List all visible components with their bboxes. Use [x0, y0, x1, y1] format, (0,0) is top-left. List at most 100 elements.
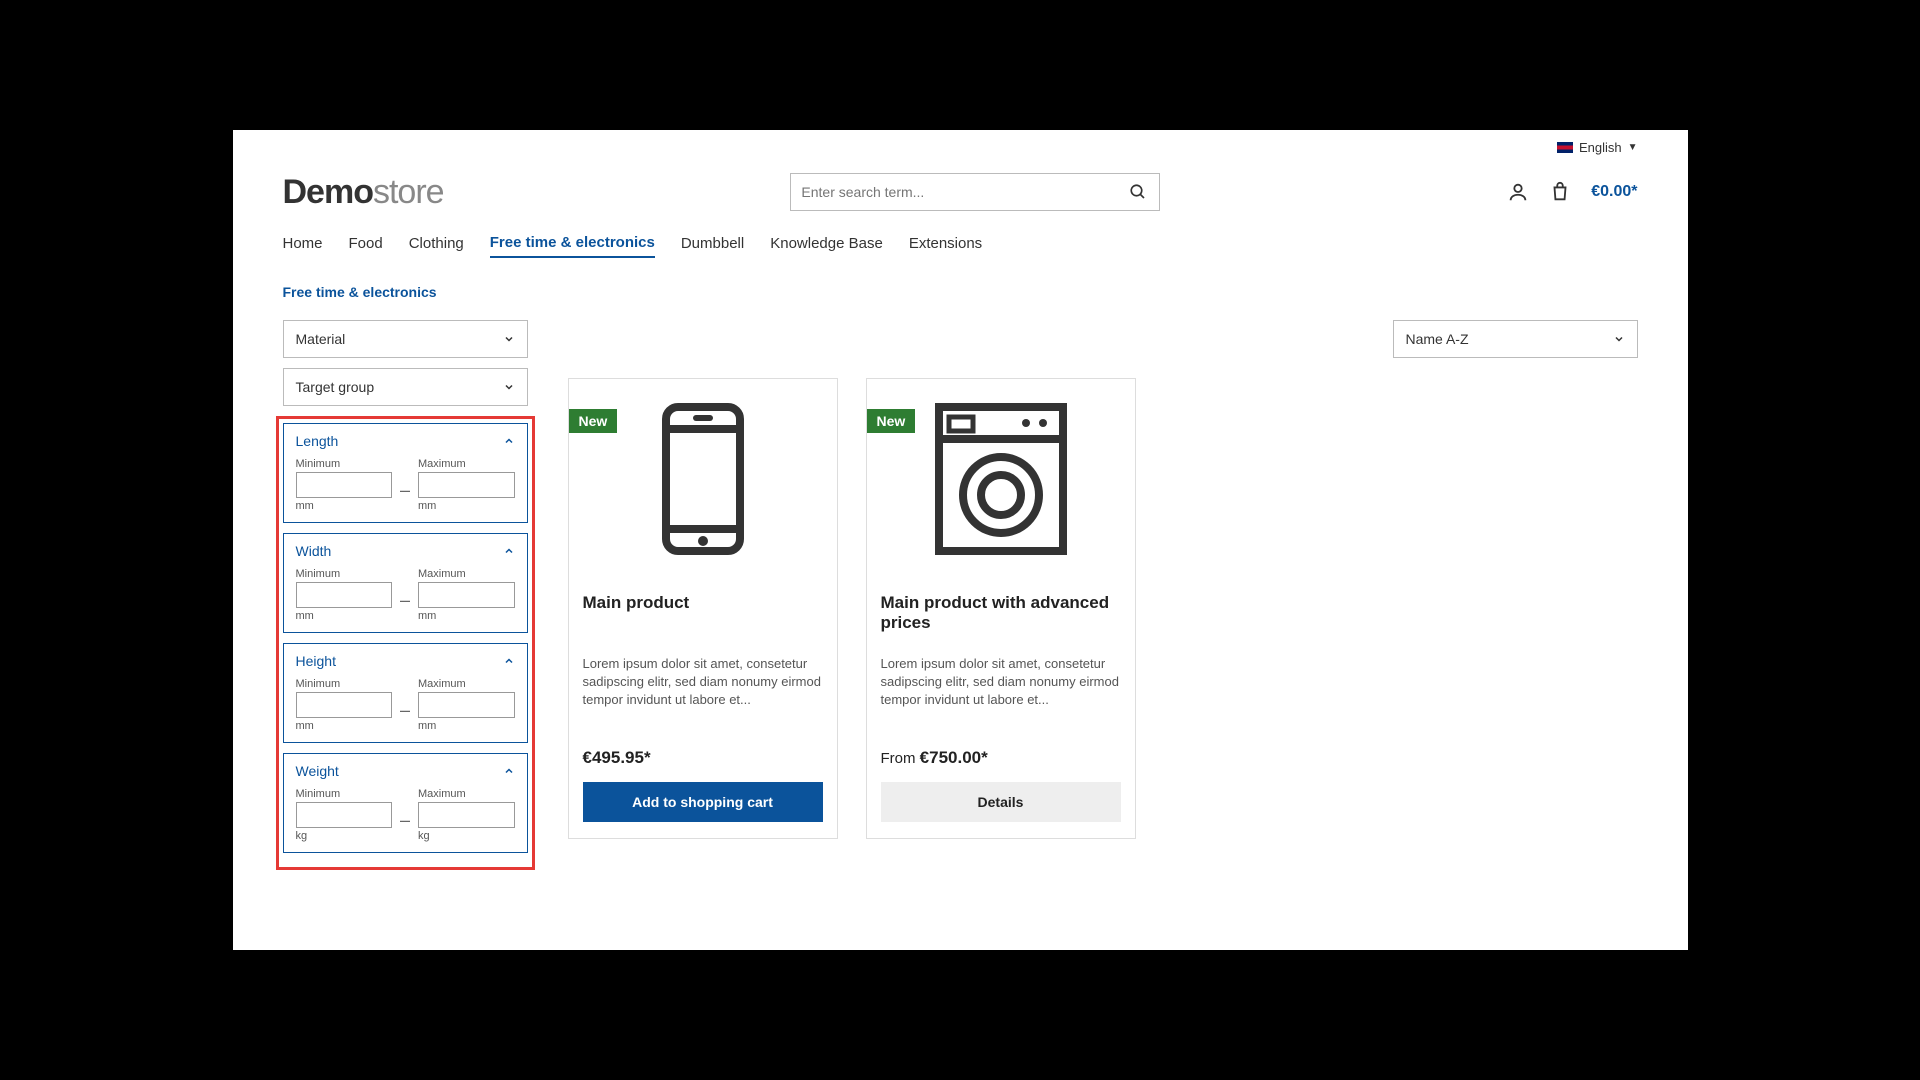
- filter-max-label: Maximum: [418, 678, 515, 690]
- filter-min-unit: kg: [296, 830, 393, 842]
- filter-range-panel: WidthMinimummm–Maximummm: [283, 533, 528, 633]
- filter-range-panel: Weight Minimum kg–Maximum kg: [283, 753, 528, 853]
- filter-min-label: Minimum: [296, 788, 393, 800]
- filter-max-field: Maximummm: [418, 568, 515, 622]
- filter-label: Target group: [296, 379, 375, 395]
- logo-light: store: [373, 173, 444, 211]
- product-card[interactable]: NewMain product with advanced pricesLore…: [866, 378, 1136, 839]
- account-icon[interactable]: [1507, 181, 1529, 203]
- nav-item[interactable]: Extensions: [909, 235, 982, 257]
- chevron-down-icon: ▼: [1628, 142, 1638, 153]
- filter-min-field: Minimum mm: [296, 678, 393, 732]
- header-right: €0.00*: [1507, 181, 1637, 203]
- nav-item[interactable]: Free time & electronics: [490, 234, 655, 258]
- logo[interactable]: Demostore: [283, 173, 444, 212]
- cart-icon[interactable]: [1549, 181, 1571, 203]
- filter-max-input[interactable]: [418, 802, 515, 828]
- filter-min-field: Minimummm: [296, 568, 393, 622]
- main-area: MaterialTarget group LengthMinimummm–Max…: [283, 320, 1638, 870]
- product-action-button[interactable]: Add to shopping cart: [583, 782, 823, 822]
- product-title: Main product: [583, 593, 823, 637]
- filter-min-input[interactable]: [296, 472, 393, 498]
- page-root: English ▼ Demostore €0.00* Home Food Cloth…: [233, 130, 1688, 950]
- product-price: From €750.00*: [881, 748, 1121, 768]
- product-description: Lorem ipsum dolor sit amet, consetetur s…: [583, 655, 823, 710]
- filter-max-input[interactable]: [418, 472, 515, 498]
- filter-range-header[interactable]: Width: [284, 534, 527, 568]
- filter-max-unit: mm: [418, 500, 515, 512]
- filter-max-unit: mm: [418, 720, 515, 732]
- filter-max-field: Maximum mm: [418, 678, 515, 732]
- chevron-up-icon: [503, 545, 515, 557]
- filter-collapsed[interactable]: Material: [283, 320, 528, 358]
- filter-max-unit: mm: [418, 610, 515, 622]
- sort-select[interactable]: Name A-Z: [1393, 320, 1638, 358]
- filter-min-field: Minimum mm: [296, 458, 393, 512]
- filter-min-unit: mm: [296, 720, 393, 732]
- content-area: Name A-Z NewMain productLorem ipsum dolo…: [568, 320, 1638, 870]
- filter-range-body: Minimum kg–Maximum kg: [284, 788, 527, 852]
- chevron-down-icon: [503, 333, 515, 345]
- nav-item[interactable]: Clothing: [409, 235, 464, 257]
- filter-sidebar: MaterialTarget group LengthMinimummm–Max…: [283, 320, 528, 870]
- filter-range-panel: Length Minimum mm–Maximummm: [283, 423, 528, 523]
- filter-range-label: Length: [296, 433, 339, 449]
- range-dash: –: [400, 700, 410, 721]
- filter-min-label: Minimum: [296, 678, 393, 690]
- filter-range-panel: Height Minimum mm–Maximum mm: [283, 643, 528, 743]
- filter-min-input[interactable]: [296, 692, 393, 718]
- chevron-down-icon: [503, 381, 515, 393]
- filter-range-body: Minimum mm–Maximum mm: [284, 678, 527, 742]
- filter-range-header[interactable]: Height: [284, 644, 527, 678]
- filter-min-input[interactable]: [296, 582, 393, 608]
- flag-icon: [1557, 142, 1573, 153]
- nav-item[interactable]: Dumbbell: [681, 235, 744, 257]
- nav-item[interactable]: Home: [283, 235, 323, 257]
- filter-range-body: Minimum mm–Maximummm: [284, 458, 527, 522]
- nav-item[interactable]: Knowledge Base: [770, 235, 883, 257]
- filter-range-label: Weight: [296, 763, 339, 779]
- filter-range-label: Height: [296, 653, 336, 669]
- filter-max-input[interactable]: [418, 692, 515, 718]
- logo-bold: Demo: [283, 173, 373, 211]
- search-box[interactable]: [790, 173, 1160, 211]
- card-body: Main product with advanced pricesLorem i…: [867, 579, 1135, 838]
- highlighted-filter-group: LengthMinimummm–MaximummmWidthMinimummm–…: [276, 416, 535, 870]
- filter-range-header[interactable]: Weight: [284, 754, 527, 788]
- filter-max-field: Maximummm: [418, 458, 515, 512]
- search-input[interactable]: [801, 184, 1127, 200]
- card-body: Main product Lorem ipsum dolor sit amet, …: [569, 579, 837, 838]
- nav-item[interactable]: Food: [349, 235, 383, 257]
- filter-max-unit: kg: [418, 830, 515, 842]
- chevron-up-icon: [503, 655, 515, 667]
- price-value: €495.95*: [583, 748, 651, 767]
- chevron-up-icon: [503, 765, 515, 777]
- product-description: Lorem ipsum dolor sit amet, consetetur s…: [881, 655, 1121, 710]
- range-dash: –: [400, 590, 410, 611]
- search-icon[interactable]: [1127, 181, 1149, 203]
- sort-selected-label: Name A-Z: [1406, 331, 1469, 347]
- language-selector[interactable]: English: [1579, 140, 1622, 155]
- filter-min-unit: mm: [296, 500, 393, 512]
- product-card[interactable]: NewMain productLorem ipsum dolor sit ame…: [568, 378, 838, 839]
- product-price: €495.95*: [583, 748, 823, 768]
- price-value: €750.00*: [920, 748, 988, 767]
- filter-min-unit: mm: [296, 610, 393, 622]
- filter-max-label: Maximum: [418, 788, 515, 800]
- range-dash: –: [400, 810, 410, 831]
- filter-collapsed[interactable]: Target group: [283, 368, 528, 406]
- product-grid: NewMain productLorem ipsum dolor sit ame…: [568, 378, 1638, 839]
- filter-min-label: Minimum: [296, 458, 393, 470]
- filter-min-field: Minimum kg: [296, 788, 393, 842]
- filter-range-body: Minimummm–Maximummm: [284, 568, 527, 632]
- cart-total[interactable]: €0.00*: [1591, 183, 1637, 201]
- breadcrumb[interactable]: Free time & electronics: [283, 284, 1638, 300]
- filter-min-input[interactable]: [296, 802, 393, 828]
- range-dash: –: [400, 480, 410, 501]
- filter-max-input[interactable]: [418, 582, 515, 608]
- filter-label: Material: [296, 331, 346, 347]
- product-action-button[interactable]: Details: [881, 782, 1121, 822]
- chevron-down-icon: [1613, 333, 1625, 345]
- filter-range-header[interactable]: Length: [284, 424, 527, 458]
- top-bar: English ▼: [283, 130, 1638, 164]
